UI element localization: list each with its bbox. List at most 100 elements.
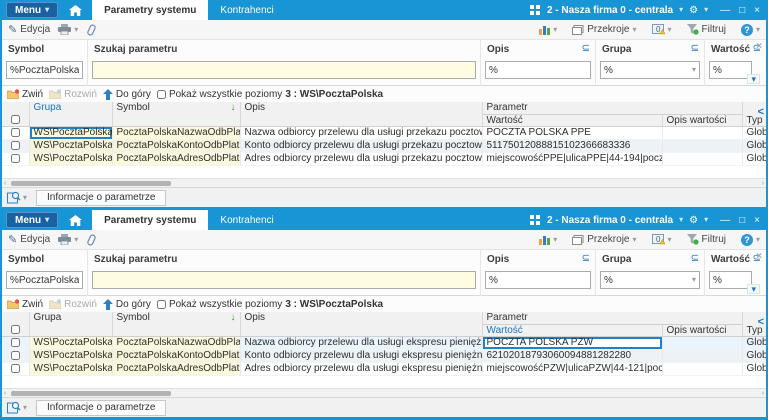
tab-informacje-o-parametrze[interactable]: Informacje o parametrze — [36, 190, 166, 206]
scroll-left-icon[interactable]: ‹ — [4, 390, 6, 397]
close-button[interactable]: × — [754, 215, 760, 226]
close-filter-icon[interactable]: × — [756, 251, 762, 262]
cell-symbol[interactable]: PocztaPolskaKontoOdbPlatPPE — [112, 139, 240, 152]
row-checkbox[interactable] — [11, 141, 20, 150]
cell-symbol[interactable]: PocztaPolskaKontoOdbPlatPZW — [112, 349, 240, 362]
show-all-levels-toggle[interactable]: Pokaż wszystkie poziomy 3 : WS\PocztaPol… — [157, 299, 383, 310]
attachment-button[interactable] — [86, 234, 97, 246]
grupa-filter-select[interactable]: % ▾ — [600, 271, 700, 289]
cell-wartosc[interactable]: 62102018793060094881282280 — [482, 349, 662, 362]
cell-wartosc[interactable]: miejscowośćPZW|ulicaPZW|44-121|pocztaPZW — [482, 362, 662, 375]
cell-wartosc[interactable]: miejscowośćPPE|ulicaPPE|44-194|pocztaPPE — [482, 152, 662, 165]
cell-opis[interactable]: Nazwa odbiorcy przelewu dla usługi przek… — [240, 126, 482, 139]
cell-symbol[interactable]: PocztaPolskaAdresOdbPlatPPE — [112, 152, 240, 165]
search-parameter-input[interactable] — [92, 61, 476, 79]
grupa-filter-select[interactable]: % ▾ — [600, 61, 700, 79]
chevron-down-icon[interactable]: ▾ — [679, 6, 683, 14]
header-select-all[interactable] — [2, 312, 29, 336]
levels-checkbox[interactable] — [157, 300, 166, 309]
show-all-levels-toggle[interactable]: Pokaż wszystkie poziomy 3 : WS\PocztaPol… — [157, 89, 383, 100]
levels-checkbox[interactable] — [157, 90, 166, 99]
header-wartosc[interactable]: Wartość — [482, 324, 662, 336]
attachment-button[interactable] — [86, 24, 97, 36]
cell-opis-wartosci[interactable] — [662, 139, 742, 152]
close-filter-icon[interactable]: × — [756, 41, 762, 52]
table-row[interactable]: WS\PocztaPolska PocztaPolskaKontoOdbPlat… — [2, 139, 766, 152]
table-row[interactable]: WS\PocztaPolska PocztaPolskaNazwaOdbPlat… — [2, 126, 766, 139]
tab-informacje-o-parametrze[interactable]: Informacje o parametrze — [36, 400, 166, 416]
przekroje-button[interactable]: Przekroje ▾ — [572, 24, 636, 35]
chart-button[interactable]: ▾ — [539, 235, 557, 245]
filtruj-button[interactable]: Filtruj — [687, 234, 726, 245]
header-grupa[interactable]: Grupa — [29, 312, 112, 336]
go-to-top-button[interactable]: Do góry — [103, 89, 151, 100]
chart-button[interactable]: ▾ — [539, 25, 557, 35]
search-parameter-input[interactable] — [92, 271, 476, 289]
row-checkbox[interactable] — [11, 154, 20, 163]
chevron-down-icon[interactable]: ▾ — [704, 6, 708, 14]
horizontal-scrollbar[interactable]: ‹ › — [2, 388, 766, 397]
row-checkbox[interactable] — [11, 128, 20, 137]
open-windows-button[interactable]: 0 ▾ — [652, 24, 672, 35]
opis-filter-input[interactable] — [485, 271, 591, 289]
cell-opis[interactable]: Konto odbiorcy przelewu dla usługi ekspr… — [240, 349, 482, 362]
cell-symbol[interactable]: PocztaPolskaNazwaOdbPlatPZW — [112, 336, 240, 349]
print-button[interactable]: ▾ — [58, 234, 78, 245]
header-opis[interactable]: Opis — [240, 312, 482, 336]
table-row[interactable]: WS\PocztaPolska PocztaPolskaAdresOdbPlat… — [2, 152, 766, 165]
cell-opis-wartosci[interactable] — [662, 349, 742, 362]
przekroje-button[interactable]: Przekroje ▾ — [572, 234, 636, 245]
edit-button[interactable]: ✎ Edycja — [8, 233, 50, 246]
cell-opis-wartosci[interactable] — [662, 126, 742, 139]
symbol-filter-input[interactable] — [6, 61, 83, 79]
print-button[interactable]: ▾ — [58, 24, 78, 35]
tab-parametry-systemu[interactable]: Parametry systemu — [92, 0, 208, 20]
maximize-button[interactable]: □ — [739, 5, 745, 16]
header-opis-wartosci[interactable]: Opis wartości — [662, 114, 742, 126]
chevron-down-icon[interactable]: ▾ — [704, 216, 708, 224]
cell-typ[interactable]: Global — [742, 126, 766, 139]
column-scroll-left-icon[interactable]: < — [758, 106, 764, 118]
symbol-filter-input[interactable] — [6, 271, 83, 289]
header-opis[interactable]: Opis — [240, 102, 482, 126]
cell-opis[interactable]: Adres odbiorcy przelewu dla usługi przek… — [240, 152, 482, 165]
expand-filter-icon[interactable]: ▾ — [747, 284, 760, 294]
lookup-button[interactable]: ▾ — [7, 191, 27, 204]
header-checkbox[interactable] — [11, 325, 20, 334]
header-opis-wartosci[interactable]: Opis wartości — [662, 324, 742, 336]
wartosc-filter-input[interactable] — [709, 61, 752, 79]
cell-wartosc[interactable]: POCZTA POLSKA PZW — [482, 336, 662, 349]
cell-typ[interactable]: Global — [742, 139, 766, 152]
help-button[interactable]: ? ▾ — [741, 234, 760, 246]
lookup-button[interactable]: ▾ — [7, 401, 27, 414]
menu-button[interactable]: Menu ▾ — [6, 2, 58, 18]
table-row-selected[interactable]: WS\PocztaPolska PocztaPolskaNazwaOdbPlat… — [2, 336, 766, 349]
cell-typ[interactable]: Global — [742, 362, 766, 375]
collapse-button[interactable]: Zwiń — [7, 299, 43, 310]
cell-opis-wartosci[interactable] — [662, 362, 742, 375]
gear-icon[interactable]: ⚙ — [689, 5, 698, 16]
cell-wartosc[interactable]: 51175012088815102366683336 — [482, 139, 662, 152]
maximize-button[interactable]: □ — [739, 215, 745, 226]
cell-opis[interactable]: Nazwa odbiorcy przelewu dla usługi ekspr… — [240, 336, 482, 349]
tab-parametry-systemu[interactable]: Parametry systemu — [92, 210, 208, 230]
company-selector[interactable]: 2 - Nasza firma 0 - centrala — [547, 5, 673, 16]
cell-grupa[interactable]: WS\PocztaPolska — [29, 349, 112, 362]
cell-opis-wartosci[interactable] — [662, 336, 742, 349]
opis-filter-input[interactable] — [485, 61, 591, 79]
wartosc-filter-input[interactable] — [709, 271, 752, 289]
header-wartosc[interactable]: Wartość — [482, 114, 662, 126]
open-windows-button[interactable]: 0 ▾ — [652, 234, 672, 245]
row-checkbox[interactable] — [11, 364, 20, 373]
subset-operator-icon[interactable]: ⊆ — [691, 253, 699, 264]
table-row[interactable]: WS\PocztaPolska PocztaPolskaKontoOdbPlat… — [2, 349, 766, 362]
subset-operator-icon[interactable]: ⊆ — [691, 43, 699, 54]
minimize-button[interactable]: — — [720, 5, 730, 16]
cell-symbol[interactable]: PocztaPolskaAdresOdbPlatPZW — [112, 362, 240, 375]
chevron-down-icon[interactable]: ▾ — [679, 216, 683, 224]
header-checkbox[interactable] — [11, 115, 20, 124]
scrollbar-thumb[interactable] — [11, 181, 171, 186]
cell-opis[interactable]: Adres odbiorcy przelewu dla usługi ekspr… — [240, 362, 482, 375]
table-row[interactable]: WS\PocztaPolska PocztaPolskaAdresOdbPlat… — [2, 362, 766, 375]
tab-kontrahenci[interactable]: Kontrahenci — [208, 210, 285, 230]
